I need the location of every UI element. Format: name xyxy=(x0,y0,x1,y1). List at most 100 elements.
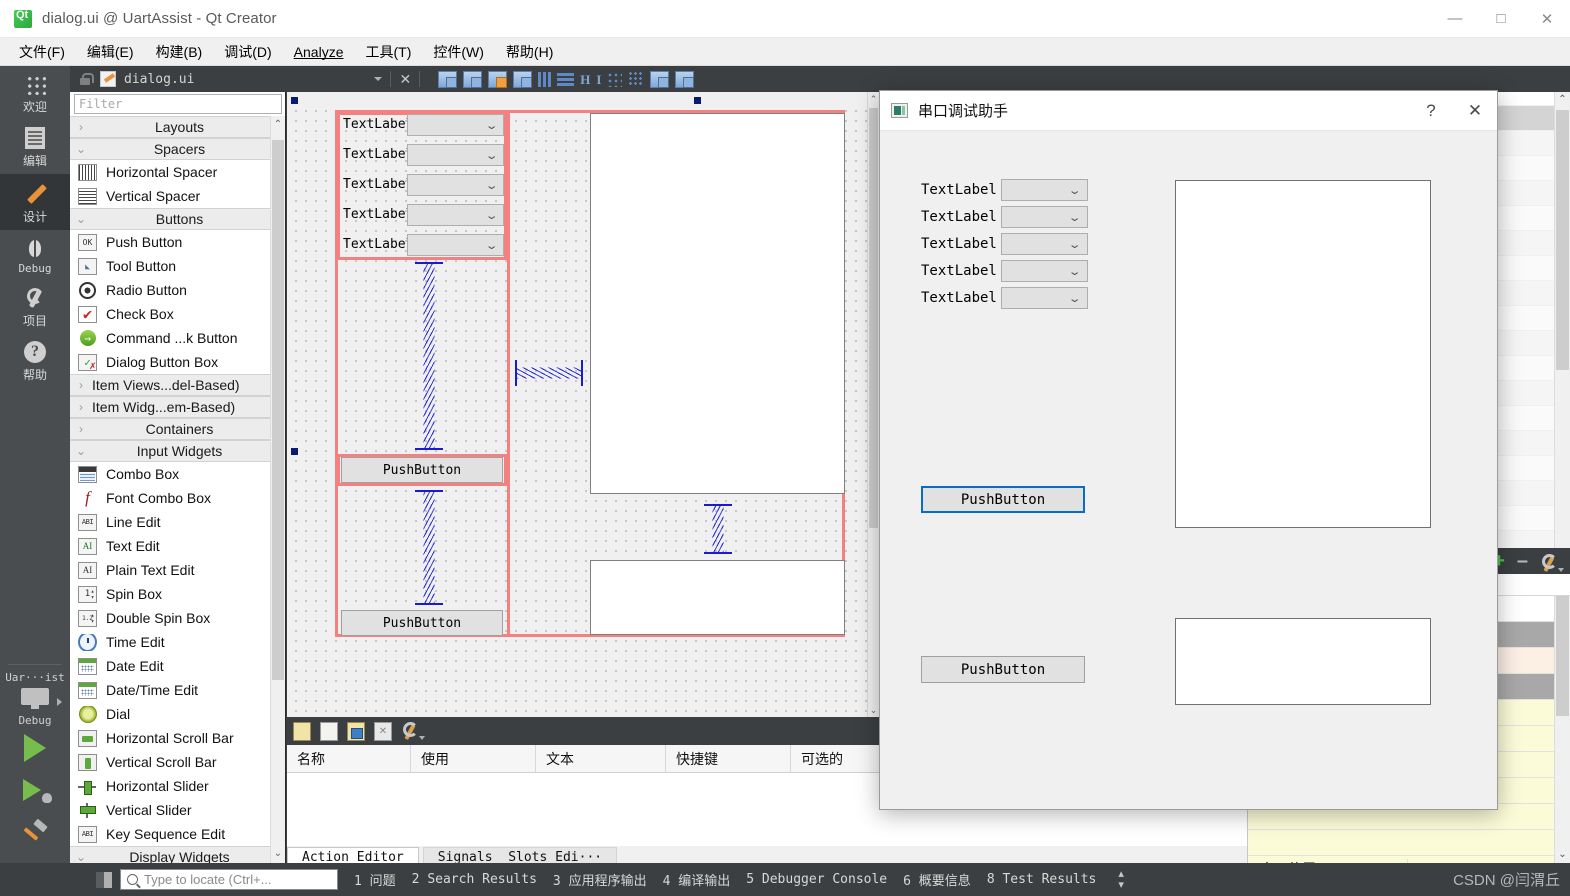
layout-splitter-h-icon[interactable]: H xyxy=(580,71,590,88)
configure-icon[interactable] xyxy=(401,721,425,741)
dialog-combo-3[interactable]: ⌄ xyxy=(1001,233,1088,255)
dialog-combo-4[interactable]: ⌄ xyxy=(1001,260,1088,282)
selection-handle[interactable] xyxy=(291,448,298,455)
layout-horizontally-icon[interactable] xyxy=(538,71,552,88)
form-combo-2[interactable]: ⌄ xyxy=(407,144,504,166)
column-header-shortcut[interactable]: 快捷键 xyxy=(666,745,791,772)
column-header-name[interactable]: 名称 xyxy=(287,745,411,772)
chevron-down-icon[interactable]: ⌄ xyxy=(868,703,879,717)
break-layout-icon[interactable] xyxy=(650,70,670,88)
edit-widgets-icon[interactable] xyxy=(438,70,458,88)
close-button[interactable]: ✕ xyxy=(1524,0,1570,38)
widget-group-buttons[interactable]: ⌄ Buttons xyxy=(70,208,285,230)
chevron-up-icon[interactable]: ⌃ xyxy=(868,92,879,106)
paste-icon[interactable] xyxy=(347,721,365,741)
output-pane-general-messages[interactable]: 6 概要信息 xyxy=(903,870,971,889)
widget-item-double-spin-box[interactable]: Double Spin Box xyxy=(70,606,285,630)
widget-item-vertical-spacer[interactable]: Vertical Spacer xyxy=(70,184,285,208)
widget-item-date-time-edit[interactable]: Date/Time Edit xyxy=(70,678,285,702)
form-label-4[interactable]: TextLabel xyxy=(343,207,413,222)
mode-help[interactable]: ? 帮助 xyxy=(0,334,70,388)
minus-icon[interactable]: – xyxy=(1517,551,1528,571)
form-label-5[interactable]: TextLabel xyxy=(343,237,413,252)
dialog-text-area-2[interactable] xyxy=(1175,618,1431,705)
widget-item-line-edit[interactable]: Line Edit xyxy=(70,510,285,534)
scrollbar-thumb[interactable] xyxy=(1556,596,1569,716)
form-label-3[interactable]: TextLabel xyxy=(343,177,413,192)
form-label-2[interactable]: TextLabel xyxy=(343,147,413,162)
run-button[interactable] xyxy=(0,727,70,769)
widget-item-time-edit[interactable]: Time Edit xyxy=(70,630,285,654)
form-vertical-spacer-2[interactable] xyxy=(415,490,443,605)
copy-icon[interactable] xyxy=(320,721,338,741)
form-combo-3[interactable]: ⌄ xyxy=(407,174,504,196)
menu-widgets[interactable]: 控件(W) xyxy=(422,39,495,65)
widget-group-layouts[interactable]: › Layouts xyxy=(70,116,285,138)
menu-analyze[interactable]: Analyze xyxy=(283,41,355,63)
widget-item-font-combo-box[interactable]: Font Combo Box xyxy=(70,486,285,510)
menu-file[interactable]: 文件(F) xyxy=(8,39,76,65)
widget-item-text-edit[interactable]: Text Edit xyxy=(70,534,285,558)
dialog-pushbutton-2[interactable]: PushButton xyxy=(921,656,1085,683)
chevron-down-icon[interactable]: ⌄ xyxy=(1555,847,1570,863)
dialog-help-button[interactable]: ? xyxy=(1409,91,1453,131)
output-pane-debugger-console[interactable]: 5 Debugger Console xyxy=(746,872,887,887)
layout-grid-icon[interactable] xyxy=(607,71,623,87)
output-pane-search-results[interactable]: 2 Search Results xyxy=(412,872,537,887)
scrollbar-thumb[interactable] xyxy=(272,140,284,680)
open-document-name[interactable]: dialog.ui xyxy=(124,72,194,87)
form-horizontal-spacer[interactable] xyxy=(515,360,583,386)
form-pushbutton-1[interactable]: PushButton xyxy=(341,457,503,483)
mode-debug[interactable]: Debug xyxy=(0,230,70,280)
selection-handle[interactable] xyxy=(694,97,701,104)
selection-handle[interactable] xyxy=(291,97,298,104)
mode-projects[interactable]: 项目 xyxy=(0,280,70,334)
close-document-button[interactable]: ✕ xyxy=(399,71,411,88)
widget-group-spacers[interactable]: ⌄ Spacers xyxy=(70,138,285,160)
chevron-up-icon[interactable]: ⌃ xyxy=(1555,92,1570,108)
form-text-area-1[interactable] xyxy=(590,113,845,494)
output-pane-application-output[interactable]: 3 应用程序输出 xyxy=(553,870,647,889)
widget-item-check-box[interactable]: Check Box xyxy=(70,302,285,326)
property-table-scrollbar[interactable]: ⌄ xyxy=(1554,596,1570,863)
widget-item-push-button[interactable]: OK Push Button xyxy=(70,230,285,254)
edit-buddies-icon[interactable] xyxy=(488,70,508,88)
layout-splitter-v-icon[interactable]: I xyxy=(596,71,601,88)
build-button[interactable] xyxy=(0,811,70,853)
kit-selector[interactable] xyxy=(0,688,70,710)
widget-item-spin-box[interactable]: Spin Box xyxy=(70,582,285,606)
chevron-down-icon[interactable] xyxy=(374,77,383,81)
layout-form-icon[interactable] xyxy=(628,71,645,87)
widget-item-plain-text-edit[interactable]: Plain Text Edit xyxy=(70,558,285,582)
uart-assist-dialog[interactable]: 串口调试助手 ? ✕ TextLabel ⌄ TextLabel ⌄ TextL… xyxy=(879,90,1498,810)
widget-item-horizontal-scroll-bar[interactable]: Horizontal Scroll Bar xyxy=(70,726,285,750)
scrollbar-thumb[interactable] xyxy=(1556,110,1569,370)
widget-item-tool-button[interactable]: ◣ Tool Button xyxy=(70,254,285,278)
form-vertical-spacer-1[interactable] xyxy=(415,262,443,450)
dialog-combo-1[interactable]: ⌄ xyxy=(1001,179,1088,201)
widget-group-item-views[interactable]: › Item Views...del-Based) xyxy=(70,374,285,396)
widget-group-item-widgets[interactable]: › Item Widg...em-Based) xyxy=(70,396,285,418)
widget-box-filter-input[interactable]: Filter xyxy=(74,94,282,114)
form-text-area-2[interactable] xyxy=(590,560,845,635)
column-header-used[interactable]: 使用 xyxy=(411,745,536,772)
form-vertical-scrollbar[interactable]: ⌃ ⌄ xyxy=(867,92,879,717)
object-inspector-scrollbar[interactable]: ⌃ xyxy=(1554,92,1570,548)
form-vertical-spacer-3[interactable] xyxy=(704,504,732,554)
configure-icon[interactable] xyxy=(1540,553,1564,573)
chevron-down-icon[interactable]: ⌄ xyxy=(271,845,285,863)
mode-design[interactable]: 设计 xyxy=(0,174,70,230)
widget-group-input-widgets[interactable]: ⌄ Input Widgets xyxy=(70,440,285,462)
edit-signals-slots-icon[interactable] xyxy=(463,70,483,88)
dialog-combo-5[interactable]: ⌄ xyxy=(1001,287,1088,309)
locator-filter-icon[interactable] xyxy=(96,871,112,888)
output-pane-issues[interactable]: 1 问题 xyxy=(354,870,396,889)
mode-edit[interactable]: 编辑 xyxy=(0,120,70,174)
widget-group-containers[interactable]: › Containers xyxy=(70,418,285,440)
property-row-horizontal-stretch[interactable]: 水平伸展 0 xyxy=(1248,856,1570,863)
widget-item-radio-button[interactable]: Radio Button xyxy=(70,278,285,302)
dialog-combo-2[interactable]: ⌄ xyxy=(1001,206,1088,228)
new-action-icon[interactable] xyxy=(293,721,311,741)
widget-box-scrollbar[interactable]: ⌃ ⌄ xyxy=(270,116,285,863)
column-header-text[interactable]: 文本 xyxy=(536,745,666,772)
